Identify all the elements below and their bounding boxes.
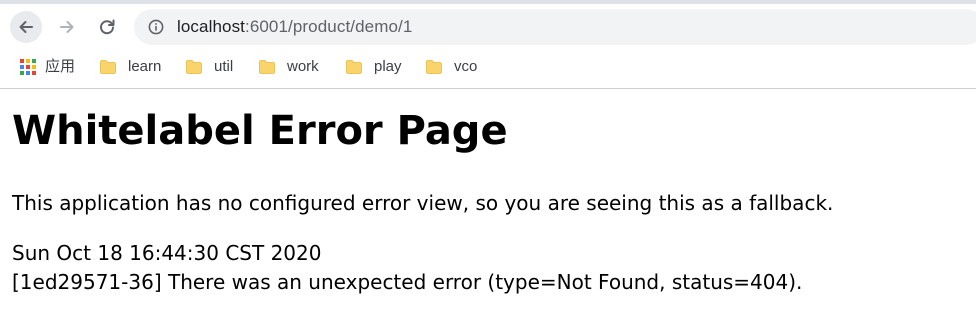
folder-icon <box>346 60 362 74</box>
folder-icon <box>100 60 116 74</box>
back-arrow-icon <box>19 21 33 33</box>
browser-chrome: localhost:6001/product/demo/1 应用 learn u… <box>0 0 976 89</box>
bookmark-learn[interactable]: learn <box>100 56 161 78</box>
bookmark-play[interactable]: play <box>346 56 402 78</box>
folder-icon <box>186 60 202 74</box>
url-text[interactable]: localhost:6001/product/demo/1 <box>177 17 412 37</box>
reload-button[interactable] <box>91 11 123 43</box>
folder-icon <box>426 60 442 74</box>
error-timestamp: Sun Oct 18 16:44:30 CST 2020 <box>12 241 322 265</box>
apps-grid-icon <box>20 59 36 75</box>
browser-toolbar: localhost:6001/product/demo/1 <box>0 4 976 48</box>
bookmark-work[interactable]: work <box>259 56 319 78</box>
bookmark-label: learn <box>128 58 162 75</box>
forward-arrow-icon <box>60 21 74 33</box>
bookmark-label: play <box>374 58 402 75</box>
url-host: localhost <box>177 17 245 36</box>
error-description: This application has no configured error… <box>12 191 834 215</box>
url-path: :6001/product/demo/1 <box>245 17 413 36</box>
reload-icon <box>100 19 115 35</box>
error-detail: [1ed29571-36] There was an unexpected er… <box>12 270 803 294</box>
bookmark-util[interactable]: util <box>186 56 233 78</box>
address-bar[interactable]: localhost:6001/product/demo/1 <box>134 9 976 45</box>
page-content: Whitelabel Error Page This application h… <box>0 89 976 320</box>
bookmark-label: work <box>287 58 319 75</box>
forward-button[interactable] <box>51 11 83 43</box>
bookmark-label: vco <box>454 58 478 75</box>
bookmark-label: 应用 <box>45 58 76 75</box>
bookmark-vco[interactable]: vco <box>426 56 477 78</box>
folder-icon <box>259 60 275 74</box>
bookmarks-bar: 应用 learn util work play vco <box>0 48 976 88</box>
bookmark-apps[interactable]: 应用 <box>20 56 75 78</box>
back-button[interactable] <box>10 11 42 43</box>
page-title: Whitelabel Error Page <box>12 108 508 154</box>
info-icon[interactable] <box>148 19 164 35</box>
bookmark-label: util <box>214 58 234 75</box>
